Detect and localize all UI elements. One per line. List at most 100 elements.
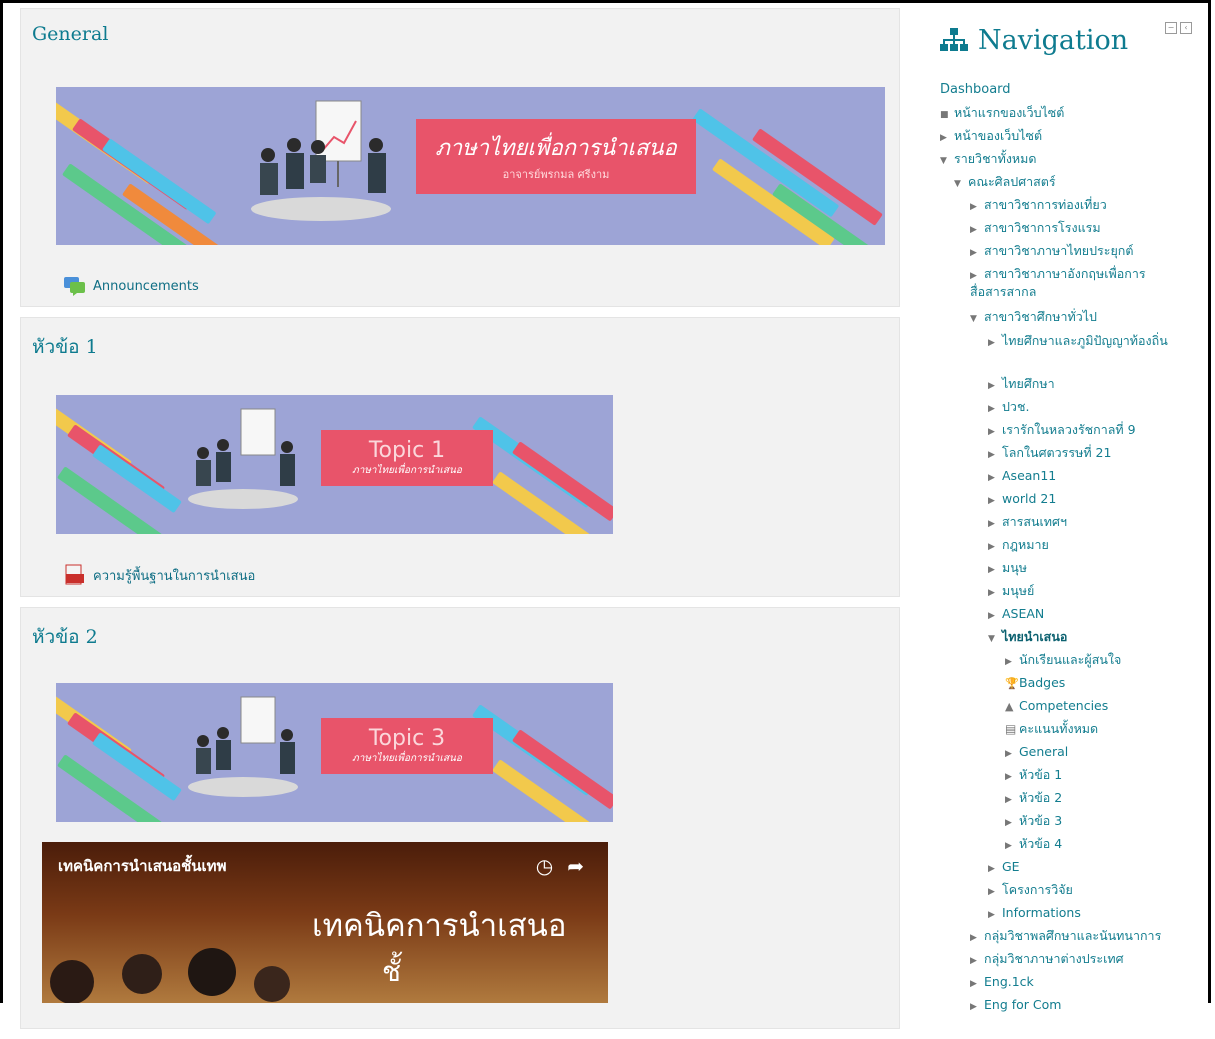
share-icon[interactable]: ➦ — [567, 854, 584, 878]
banner-title: ภาษาไทยเพื่อการนำเสนอ — [435, 136, 677, 161]
nav-item[interactable]: ▶ กฎหมาย — [988, 537, 1049, 555]
nav-item[interactable]: ▶ สารสนเทศฯ — [988, 514, 1067, 532]
nav-item-label[interactable]: Badges — [1019, 675, 1065, 690]
nav-item[interactable]: ▶ สาขาวิชาภาษาไทยประยุกต์ — [970, 243, 1133, 261]
nav-item[interactable]: ■ หน้าแรกของเว็บไซต์ — [940, 105, 1064, 123]
nav-item-label[interactable]: กฎหมาย — [1002, 537, 1049, 552]
nav-item[interactable]: ▶ ASEAN — [988, 606, 1044, 624]
nav-item-label[interactable]: นักเรียนและผู้สนใจ — [1019, 652, 1121, 667]
nav-item[interactable]: ▶ โลกในศตวรรษที่ 21 — [988, 445, 1111, 463]
nav-item[interactable]: ▶ Asean11 — [988, 468, 1056, 486]
nav-item[interactable]: ▶ ไทยศึกษาและภูมิปัญญาท้องถิ่น — [988, 333, 1182, 351]
nav-item-label[interactable]: Informations — [1002, 905, 1081, 920]
nav-item[interactable]: ▼ สาขาวิชาศึกษาทั่วไป — [970, 309, 1097, 327]
nav-dashboard[interactable]: Dashboard — [940, 82, 1011, 98]
nav-item-label[interactable]: สาขาวิชาการท่องเที่ยว — [984, 197, 1107, 212]
video-title[interactable]: เทคนิคการนำเสนอชั้นเทพ — [58, 854, 226, 878]
nav-item-label[interactable]: หัวข้อ 2 — [1019, 790, 1062, 805]
nav-item[interactable]: ▶ GE — [988, 859, 1020, 877]
collapse-block-icon[interactable]: − — [1165, 22, 1177, 34]
nav-item[interactable]: ▲ Competencies — [1005, 698, 1108, 715]
nav-item-label[interactable]: สาขาวิชาภาษาไทยประยุกต์ — [984, 243, 1133, 258]
nav-item[interactable]: ▶ หัวข้อ 4 — [1005, 836, 1062, 854]
nav-item-label[interactable]: สาขาวิชาการโรงแรม — [984, 220, 1101, 235]
nav-item-label[interactable]: โครงการวิจัย — [1002, 882, 1073, 897]
nav-item-label[interactable]: คณะศิลปศาสตร์ — [968, 174, 1056, 189]
nav-item-label[interactable]: โลกในศตวรรษที่ 21 — [1002, 445, 1111, 460]
nav-item-label[interactable]: ปวช. — [1002, 399, 1029, 414]
activity-pdf-resource[interactable]: ความรู้พื้นฐานในการนำเสนอ — [63, 564, 255, 586]
nav-item-label[interactable]: General — [1019, 744, 1068, 759]
nav-item[interactable]: ▶ หน้าของเว็บไซต์ — [940, 128, 1042, 146]
nav-item[interactable]: ▤ คะแนนทั้งหมด — [1005, 721, 1098, 737]
nav-item-label[interactable]: Eng.1ck — [984, 974, 1034, 989]
nav-item[interactable]: ▶ เรารักในหลวงรัชกาลที่ 9 — [988, 422, 1136, 440]
collapsed-arrow-icon: ▶ — [1005, 657, 1012, 667]
nav-item-label[interactable]: Eng for Com — [984, 997, 1061, 1012]
nav-item-label[interactable]: รายวิชาทั้งหมด — [954, 151, 1037, 166]
expanded-arrow-icon: ▼ — [988, 634, 995, 644]
nav-item[interactable]: ▶ ไทยศึกษา — [988, 376, 1055, 394]
nav-item[interactable]: ▶ world 21 — [988, 491, 1056, 509]
watch-later-icon[interactable]: ◷ — [536, 854, 553, 878]
nav-item-label[interactable]: มนุษ — [1002, 560, 1027, 575]
nav-item[interactable]: ▶ General — [1005, 744, 1068, 762]
collapsed-arrow-icon: ▶ — [1005, 841, 1012, 851]
dock-block-icon[interactable]: ‹ — [1180, 22, 1192, 34]
nav-item[interactable]: ▶ สาขาวิชาการท่องเที่ยว — [970, 197, 1107, 215]
activity-announcements[interactable]: Announcements — [63, 275, 199, 297]
nav-item-label[interactable]: เรารักในหลวงรัชกาลที่ 9 — [1002, 422, 1136, 437]
nav-item[interactable]: ▶ หัวข้อ 3 — [1005, 813, 1062, 831]
nav-item-label[interactable]: หน้าแรกของเว็บไซต์ — [954, 105, 1064, 120]
nav-item-label[interactable]: กลุ่มวิชาภาษาต่างประเทศ — [984, 951, 1124, 966]
banner-subtitle: ภาษาไทยเพื่อการนำเสนอ — [352, 753, 462, 764]
nav-item[interactable]: ▼ รายวิชาทั้งหมด — [940, 151, 1037, 169]
collapsed-arrow-icon: ▶ — [988, 611, 995, 621]
nav-item[interactable]: ▶ Eng for Com — [970, 997, 1061, 1015]
meeting-illustration — [251, 100, 391, 221]
nav-item-label[interactable]: สาขาวิชาศึกษาทั่วไป — [984, 309, 1097, 324]
nav-item[interactable]: ▶ สาขาวิชาภาษาอังกฤษเพื่อการสื่อสารสากล — [970, 266, 1182, 300]
nav-item-label[interactable]: คะแนนทั้งหมด — [1019, 721, 1098, 736]
nav-item-label[interactable]: หัวข้อ 3 — [1019, 813, 1062, 828]
nav-item-label[interactable]: ไทยนำเสนอ — [1002, 629, 1067, 644]
nav-item-label[interactable]: หัวข้อ 4 — [1019, 836, 1062, 851]
nav-item[interactable]: ▶ Eng.1ck — [970, 974, 1034, 992]
nav-item-label[interactable]: กลุ่มวิชาพลศึกษาและนันทนาการ — [984, 928, 1161, 943]
nav-item[interactable]: ▶ กลุ่มวิชาภาษาต่างประเทศ — [970, 951, 1124, 969]
table-icon: ▤ — [1005, 722, 1017, 736]
nav-item[interactable]: ▶ หัวข้อ 2 — [1005, 790, 1062, 808]
nav-item-label[interactable]: ไทยศึกษาและภูมิปัญญาท้องถิ่น — [1002, 333, 1168, 348]
nav-item-label[interactable]: หัวข้อ 1 — [1019, 767, 1062, 782]
nav-item-label[interactable]: หน้าของเว็บไซต์ — [954, 128, 1042, 143]
nav-item-label[interactable]: Asean11 — [1002, 468, 1056, 483]
nav-item[interactable]: ▶ นักเรียนและผู้สนใจ — [1005, 652, 1121, 670]
nav-item[interactable]: ▶ ปวช. — [988, 399, 1029, 417]
nav-item[interactable]: ▶ มนุษย์ — [988, 583, 1034, 601]
embedded-video-player[interactable]: เทคนิคการนำเสนอชั้นเทพ ◷ ➦ เทคนิคการนำเส… — [42, 842, 608, 1003]
nav-item-label[interactable]: GE — [1002, 859, 1020, 874]
nav-item[interactable]: ▼ ไทยนำเสนอ — [988, 629, 1067, 647]
collapsed-arrow-icon: ▶ — [988, 473, 995, 483]
nav-item-label[interactable]: ASEAN — [1002, 606, 1044, 621]
nav-item-label[interactable]: สารสนเทศฯ — [1002, 514, 1067, 529]
nav-item-label[interactable]: ไทยศึกษา — [1002, 376, 1055, 391]
nav-item[interactable]: ▶ มนุษ — [988, 560, 1027, 578]
nav-item[interactable]: ▶ สาขาวิชาการโรงแรม — [970, 220, 1101, 238]
banner-title-box: Topic 1 ภาษาไทยเพื่อการนำเสนอ — [321, 430, 493, 486]
nav-item[interactable]: ▶ โครงการวิจัย — [988, 882, 1073, 900]
nav-item-label[interactable]: สาขาวิชาภาษาอังกฤษเพื่อการสื่อสารสากล — [970, 266, 1146, 299]
nav-item-label[interactable]: world 21 — [1002, 491, 1056, 506]
nav-item[interactable]: ▶ กลุ่มวิชาพลศึกษาและนันทนาการ — [970, 928, 1161, 946]
nav-item[interactable]: 🏆Badges — [1005, 675, 1065, 692]
activity-link[interactable]: Announcements — [93, 279, 199, 294]
activity-link[interactable]: ความรู้พื้นฐานในการนำเสนอ — [93, 565, 255, 586]
navigation-block: Navigation − ‹ Dashboard ■ หน้าแรกของเว็บ… — [918, 10, 1208, 1012]
nav-item-label[interactable]: มนุษย์ — [1002, 583, 1034, 598]
collapsed-arrow-icon: ▶ — [988, 519, 995, 529]
nav-item[interactable]: ▼ คณะศิลปศาสตร์ — [954, 174, 1056, 192]
nav-item[interactable]: ▶ Informations — [988, 905, 1081, 923]
banner-title: Topic 1 — [368, 438, 446, 463]
nav-item[interactable]: ▶ หัวข้อ 1 — [1005, 767, 1062, 785]
nav-item-label[interactable]: Competencies — [1019, 698, 1108, 713]
